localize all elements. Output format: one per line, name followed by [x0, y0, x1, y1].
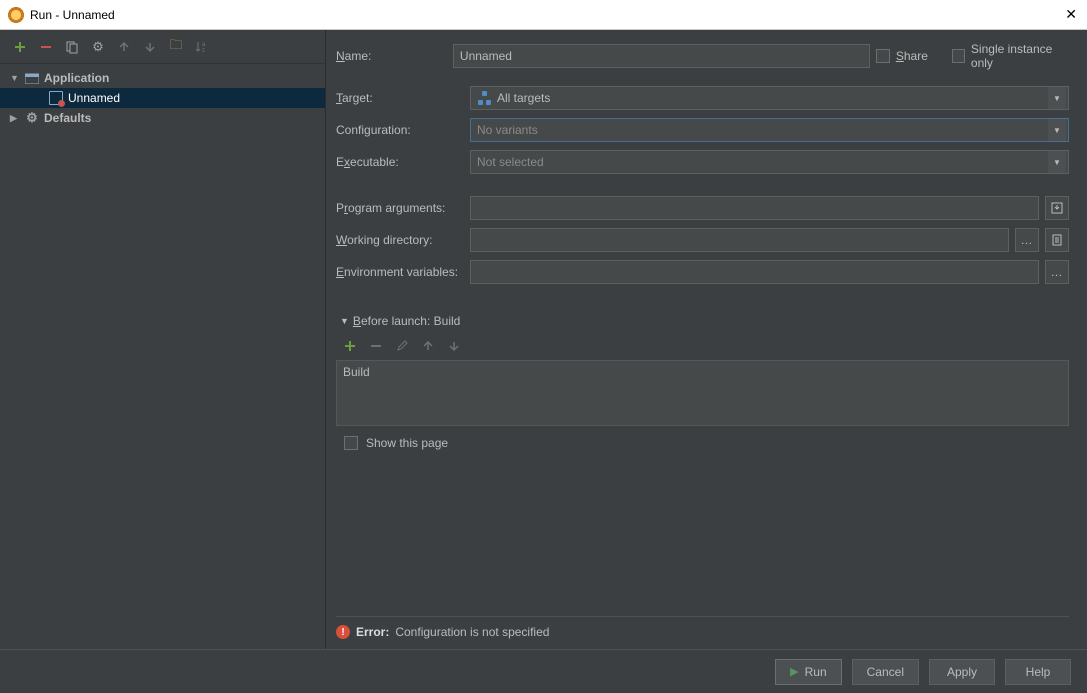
browse-workdir-button[interactable]: … — [1015, 228, 1039, 252]
targets-icon — [477, 91, 491, 105]
config-value: No variants — [477, 123, 538, 137]
workdir-input[interactable] — [470, 228, 1009, 252]
window-title: Run - Unnamed — [30, 8, 115, 22]
share-checkbox[interactable] — [876, 49, 890, 63]
expand-icon: ▼ — [10, 73, 20, 83]
target-value: All targets — [497, 91, 550, 105]
before-launch-header[interactable]: ▼ Before launch: Build — [340, 314, 1069, 328]
config-tree: ▼ Application Unnamed ▶ ⚙ Defaults — [0, 64, 325, 649]
name-label: Name: — [336, 49, 447, 63]
task-item[interactable]: Build — [337, 361, 1068, 383]
collapse-icon: ▼ — [340, 316, 349, 326]
tree-label: Unnamed — [68, 91, 120, 105]
remove-task-icon[interactable] — [368, 338, 384, 354]
tree-unnamed[interactable]: Unnamed — [0, 88, 325, 108]
application-icon — [24, 70, 40, 86]
apply-button[interactable]: Apply — [929, 659, 995, 685]
edit-task-icon[interactable] — [394, 338, 410, 354]
gear-icon: ⚙ — [24, 110, 40, 126]
macros-workdir-button[interactable] — [1045, 228, 1069, 252]
svg-text:z: z — [202, 48, 205, 54]
sort-icon[interactable]: az — [194, 39, 210, 55]
app-icon — [8, 7, 24, 23]
close-icon[interactable]: ✕ — [1065, 6, 1077, 23]
main-form: Name: Share Single instance only Target:… — [326, 30, 1087, 649]
error-row: ! Error: Configuration is not specified — [336, 616, 1069, 639]
error-label: Error: — [356, 625, 389, 639]
program-args-input[interactable] — [470, 196, 1039, 220]
envvars-label: Environment variables: — [336, 265, 464, 279]
footer: ▶ Run Cancel Apply Help — [0, 649, 1087, 693]
chevron-down-icon: ▼ — [1048, 119, 1066, 141]
copy-config-icon[interactable] — [64, 39, 80, 55]
progargs-label: Program arguments: — [336, 201, 464, 215]
tree-label: Defaults — [44, 111, 91, 125]
folder-icon[interactable]: 🗀 — [168, 39, 184, 55]
task-down-icon[interactable] — [446, 338, 462, 354]
target-label: Target: — [336, 91, 464, 105]
settings-icon[interactable]: ⚙ — [90, 39, 106, 55]
show-page-checkbox[interactable] — [344, 436, 358, 450]
error-message: Configuration is not specified — [395, 625, 549, 639]
cancel-button[interactable]: Cancel — [852, 659, 919, 685]
remove-config-icon[interactable] — [38, 39, 54, 55]
sidebar-toolbar: ⚙ 🗀 az — [0, 30, 325, 64]
envvars-input[interactable] — [470, 260, 1039, 284]
task-up-icon[interactable] — [420, 338, 436, 354]
exec-label: Executable: — [336, 155, 464, 169]
help-button[interactable]: Help — [1005, 659, 1071, 685]
configuration-combo[interactable]: No variants ▼ — [470, 118, 1069, 142]
share-label[interactable]: Share — [896, 49, 928, 63]
error-icon: ! — [336, 625, 350, 639]
add-config-icon[interactable] — [12, 39, 28, 55]
before-launch-label: Before launch: Build — [353, 314, 460, 328]
chevron-down-icon: ▼ — [1048, 87, 1066, 109]
config-label: Configuration: — [336, 123, 464, 137]
workdir-label: Working directory: — [336, 233, 464, 247]
chevron-down-icon: ▼ — [1048, 151, 1066, 173]
name-input[interactable] — [453, 44, 870, 68]
task-list[interactable]: Build — [336, 360, 1069, 426]
expand-icon: ▶ — [10, 113, 20, 124]
expand-args-button[interactable] — [1045, 196, 1069, 220]
add-task-icon[interactable] — [342, 338, 358, 354]
config-icon — [48, 90, 64, 106]
single-instance-checkbox[interactable] — [952, 49, 965, 63]
executable-combo[interactable]: Not selected ▼ — [470, 150, 1069, 174]
run-label: Run — [805, 665, 827, 679]
before-launch-toolbar — [336, 334, 1069, 358]
sidebar: ⚙ 🗀 az ▼ Application — [0, 30, 326, 649]
move-up-icon[interactable] — [116, 39, 132, 55]
exec-value: Not selected — [477, 155, 544, 169]
run-button[interactable]: ▶ Run — [775, 659, 841, 685]
browse-envvars-button[interactable]: … — [1045, 260, 1069, 284]
tree-defaults[interactable]: ▶ ⚙ Defaults — [0, 108, 325, 128]
move-down-icon[interactable] — [142, 39, 158, 55]
tree-label: Application — [44, 71, 109, 85]
single-instance-label[interactable]: Single instance only — [971, 42, 1069, 70]
titlebar: Run - Unnamed ✕ — [0, 0, 1087, 30]
tree-application[interactable]: ▼ Application — [0, 68, 325, 88]
play-icon: ▶ — [790, 665, 798, 678]
show-page-label[interactable]: Show this page — [366, 436, 448, 450]
target-combo[interactable]: All targets ▼ — [470, 86, 1069, 110]
